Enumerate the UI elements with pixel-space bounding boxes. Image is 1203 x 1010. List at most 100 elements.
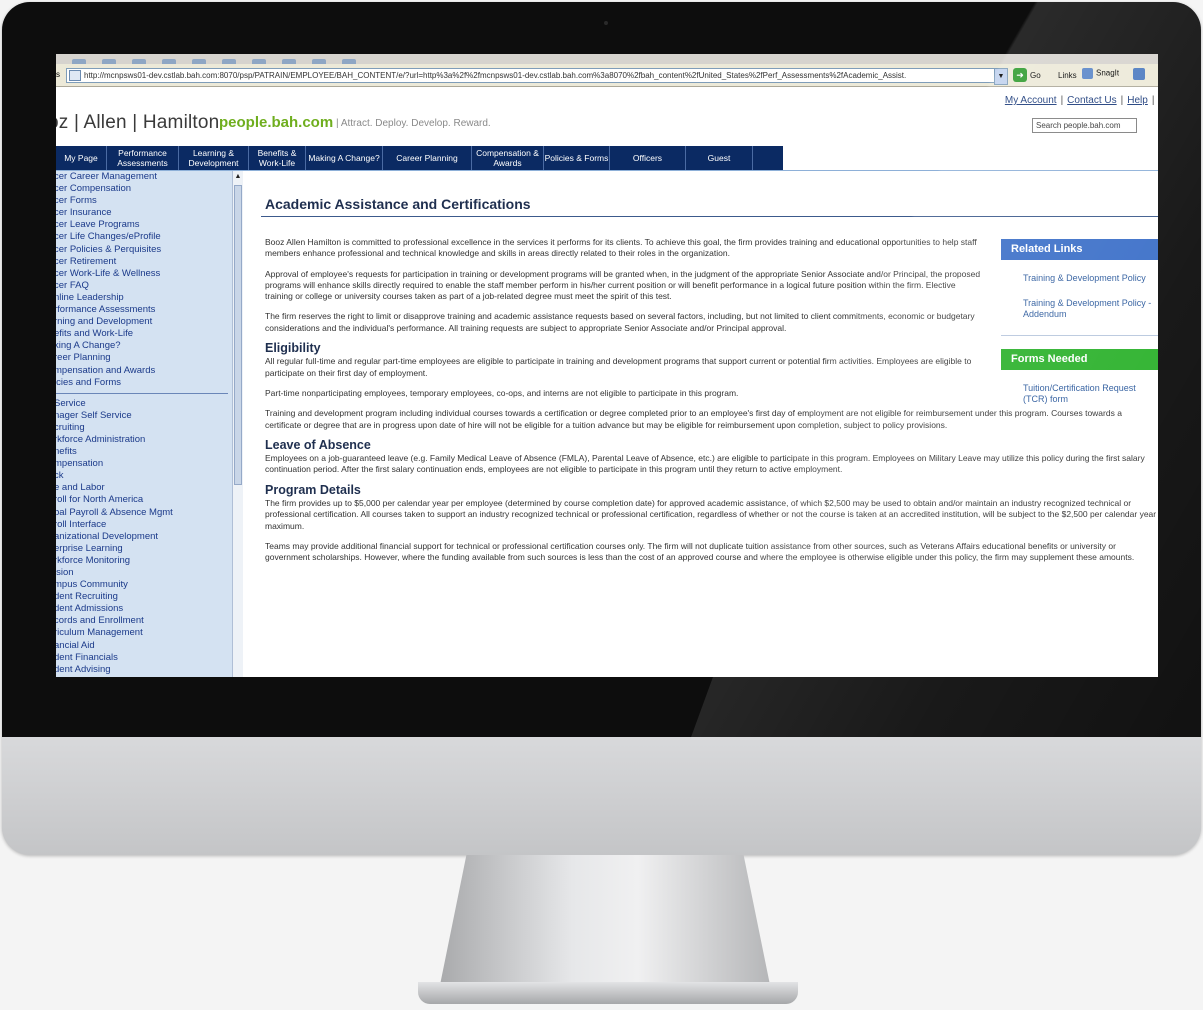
sidebar-item[interactable]: ision bbox=[56, 567, 242, 579]
scroll-up-icon[interactable]: ▲ bbox=[234, 172, 242, 182]
sidebar-item[interactable]: cer Compensation bbox=[56, 183, 242, 195]
go-button[interactable]: Go bbox=[1030, 71, 1041, 80]
sidebar-item[interactable]: bal Payroll & Absence Mgmt bbox=[56, 507, 242, 519]
sidebar-item[interactable]: cer FAQ bbox=[56, 280, 242, 292]
sidebar-item[interactable]: anizational Development bbox=[56, 531, 242, 543]
eligibility-paragraph: All regular full-time and regular part-t… bbox=[265, 356, 972, 378]
sidebar-item[interactable]: efits and Work-Life bbox=[56, 328, 242, 340]
sidebar-item[interactable]: cer Policies & Perquisites bbox=[56, 244, 242, 256]
monitor-stand-base bbox=[418, 982, 798, 1004]
eligibility-heading: Eligibility bbox=[265, 341, 321, 356]
links-button[interactable]: Links bbox=[1058, 71, 1077, 80]
nav-career-planning[interactable]: Career Planning bbox=[383, 146, 472, 170]
sidebar-item[interactable]: nline Leadership bbox=[56, 292, 242, 304]
camera-icon bbox=[604, 21, 608, 25]
program-heading: Program Details bbox=[265, 482, 361, 497]
sidebar-item[interactable]: cer Retirement bbox=[56, 256, 242, 268]
sidebar-item[interactable]: cer Work-Life & Wellness bbox=[56, 268, 242, 280]
nav-compensation-awards[interactable]: Compensation & Awards bbox=[472, 146, 544, 170]
monitor-chin bbox=[2, 737, 1201, 855]
nav-making-a-change[interactable]: Making A Change? bbox=[306, 146, 383, 170]
sidebar-scrollbar[interactable]: ▲ bbox=[232, 171, 243, 677]
sidebar-item[interactable]: e and Labor bbox=[56, 482, 242, 494]
sidebar-group-officer: cer Career Management cer Compensation cer… bbox=[56, 171, 242, 389]
site-header: My Account|Contact Us|Help|L oz | Allen … bbox=[56, 87, 1158, 147]
browser-screen: ss http://mcnpsws01-dev.cstlab.bah.com:8… bbox=[56, 54, 1158, 677]
sidebar-divider bbox=[56, 392, 228, 394]
nav-officers[interactable]: Officers bbox=[610, 146, 686, 170]
sidebar-item[interactable]: dent Recruiting bbox=[56, 591, 242, 603]
program-paragraph: Teams may provide additional financial s… bbox=[265, 540, 1135, 563]
chevron-down-icon[interactable]: ▼ bbox=[994, 68, 1008, 85]
sidebar-item[interactable]: mpensation and Awards bbox=[56, 365, 242, 377]
tagline: | Attract. Deploy. Develop. Reward. bbox=[336, 118, 491, 129]
sidebar-item[interactable]: erprise Learning bbox=[56, 543, 242, 555]
scrollbar-thumb[interactable] bbox=[234, 185, 242, 485]
sidebar-item[interactable]: nager Self Service bbox=[56, 410, 242, 422]
toolbar-extension-icon[interactable] bbox=[1133, 68, 1145, 80]
sidebar-item[interactable]: king A Change? bbox=[56, 340, 242, 352]
contact-us-link[interactable]: Contact Us bbox=[1067, 95, 1116, 106]
snagit-button[interactable]: SnagIt bbox=[1082, 68, 1119, 79]
go-arrow-icon[interactable]: ➜ bbox=[1013, 68, 1027, 82]
sidebar-item[interactable]: ancial Aid bbox=[56, 640, 242, 652]
leave-heading: Leave of Absence bbox=[265, 437, 371, 452]
related-link[interactable]: Training & Development Policy bbox=[1023, 273, 1158, 285]
sidebar-item[interactable]: cer Life Changes/eProfile bbox=[56, 231, 242, 243]
search-input[interactable]: Search people.bah.com bbox=[1032, 118, 1137, 133]
sidebar-item[interactable]: icies and Forms bbox=[56, 377, 242, 389]
sidebar-item[interactable]: cer Forms bbox=[56, 195, 242, 207]
related-link[interactable]: Training & Development Policy - Addendum bbox=[1023, 298, 1158, 321]
left-sidebar: cer Career Management cer Compensation cer… bbox=[56, 171, 242, 677]
help-link[interactable]: Help bbox=[1127, 95, 1148, 106]
program-paragraph: The firm provides up to $5,000 per calen… bbox=[265, 498, 1157, 531]
sidebar-item[interactable]: roll Interface bbox=[56, 519, 242, 531]
sidebar-item[interactable]: dent Admissions bbox=[56, 603, 242, 615]
page-title: Academic Assistance and Certifications bbox=[265, 196, 531, 212]
my-account-link[interactable]: My Account bbox=[1005, 95, 1057, 106]
sidebar-item[interactable]: riculum Management bbox=[56, 627, 242, 639]
intro-paragraph: The firm reserves the right to limit or … bbox=[265, 311, 975, 333]
sidebar-item[interactable]: cer Career Management bbox=[56, 171, 242, 183]
sidebar-item[interactable]: rning and Development bbox=[56, 316, 242, 328]
nav-learning-development[interactable]: Learning & Development bbox=[179, 146, 249, 170]
nav-guest[interactable]: Guest bbox=[686, 146, 753, 170]
snagit-label: SnagIt bbox=[1096, 68, 1120, 78]
nav-performance-assessments[interactable]: Performance Assessments bbox=[107, 146, 179, 170]
sidebar-item[interactable]: mpensation bbox=[56, 458, 242, 470]
nav-policies-forms[interactable]: Policies & Forms bbox=[544, 146, 610, 170]
sidebar-item[interactable]: nefits bbox=[56, 446, 242, 458]
brand-logo: oz | Allen | Hamilton bbox=[56, 112, 220, 133]
sidebar-item[interactable]: cruiting bbox=[56, 422, 242, 434]
right-rail: Related Links Training & Development Pol… bbox=[1001, 239, 1158, 406]
sidebar-item[interactable]: rformance Assessments bbox=[56, 304, 242, 316]
sidebar-item[interactable]: rkforce Monitoring bbox=[56, 555, 242, 567]
nav-benefits-work-life[interactable]: Benefits & Work-Life bbox=[249, 146, 306, 170]
sidebar-item[interactable]: cer Leave Programs bbox=[56, 219, 242, 231]
page-icon bbox=[69, 70, 81, 81]
sidebar-item[interactable]: Service bbox=[56, 398, 242, 410]
article-body: Booz Allen Hamilton is committed to prof… bbox=[265, 237, 1156, 573]
sidebar-item[interactable]: cer Insurance bbox=[56, 207, 242, 219]
sidebar-item[interactable]: rkforce Administration bbox=[56, 434, 242, 446]
separator: | bbox=[1151, 95, 1155, 106]
screen-bezel: ss http://mcnpsws01-dev.cstlab.bah.com:8… bbox=[2, 2, 1201, 737]
forms-needed-heading: Forms Needed bbox=[1001, 348, 1158, 370]
sidebar-item[interactable]: dent Financials bbox=[56, 652, 242, 664]
address-label: ss bbox=[56, 70, 60, 79]
sidebar-group-self-service: Service nager Self Service cruiting rkforce… bbox=[56, 398, 242, 676]
site-name[interactable]: people.bah.com bbox=[219, 114, 333, 131]
main-nav: My Page Performance Assessments Learning… bbox=[56, 146, 783, 170]
sidebar-item[interactable]: dent Advising bbox=[56, 664, 242, 676]
sidebar-item[interactable]: mpus Community bbox=[56, 579, 242, 591]
leave-paragraph: Employees on a job-guaranteed leave (e.g… bbox=[265, 453, 1145, 475]
utility-links: My Account|Contact Us|Help|L bbox=[1005, 95, 1158, 106]
sidebar-item[interactable]: ck bbox=[56, 470, 242, 482]
url-input[interactable]: http://mcnpsws01-dev.cstlab.bah.com:8070… bbox=[66, 68, 996, 83]
nav-my-page[interactable]: My Page bbox=[56, 146, 107, 170]
sidebar-item[interactable]: cords and Enrollment bbox=[56, 615, 242, 627]
sidebar-item[interactable]: roll for North America bbox=[56, 494, 242, 506]
sidebar-item[interactable]: reer Planning bbox=[56, 352, 242, 364]
separator: | bbox=[1060, 95, 1064, 106]
form-link[interactable]: Tuition/Certification Request (TCR) form bbox=[1023, 383, 1158, 406]
